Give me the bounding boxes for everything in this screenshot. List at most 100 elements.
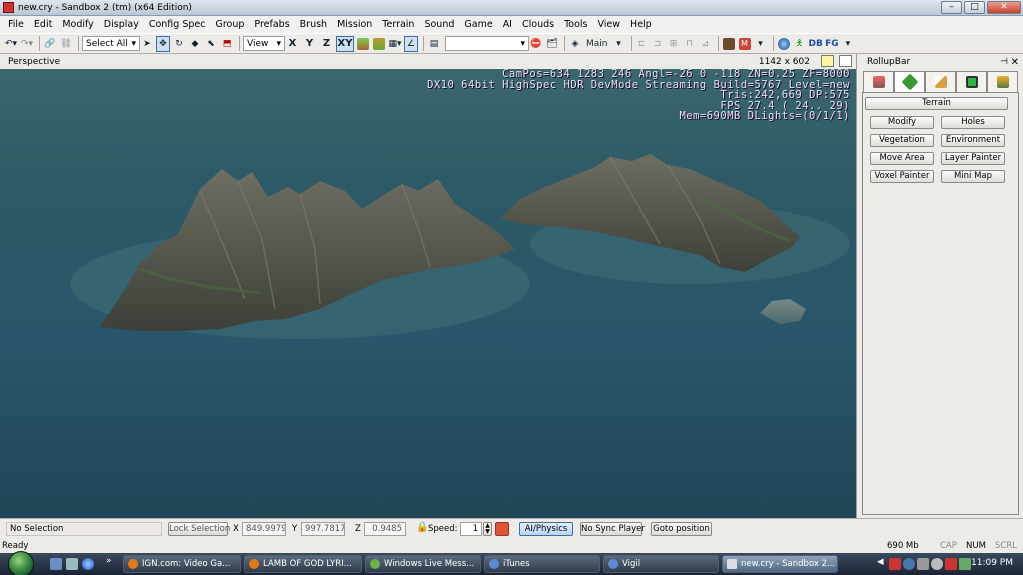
unlink-button[interactable]: ⛓ [59, 36, 73, 52]
close-icon[interactable]: ✕ [1011, 57, 1019, 68]
lock-icon[interactable]: 🔒 [416, 522, 428, 534]
viewport-maximize-button[interactable] [821, 55, 834, 67]
object-snap-button[interactable] [372, 36, 386, 52]
start-button[interactable] [8, 551, 34, 575]
tray-app-icon-3[interactable] [945, 558, 957, 570]
menu-modify[interactable]: Modify [62, 19, 93, 30]
internet-explorer-icon[interactable] [82, 558, 94, 570]
toolbar-overflow-button[interactable]: ▾ [612, 36, 626, 52]
menu-clouds[interactable]: Clouds [522, 19, 554, 30]
link-button[interactable]: 🔗 [43, 36, 57, 52]
clock[interactable]: 11:09 PM [971, 558, 1013, 568]
speed-input[interactable]: 1 [460, 522, 482, 536]
layers-icon-button[interactable]: ◈ [568, 36, 582, 52]
select-tool-button[interactable]: ➤ [140, 36, 154, 52]
sync-player-button[interactable]: No Sync Player [580, 522, 645, 536]
taskbar-item-ign[interactable]: IGN.com: Video Ga... [123, 555, 241, 573]
tray-expand-icon[interactable]: ◀ [877, 557, 884, 567]
x-coordinate-field[interactable]: 849.9979 [242, 522, 286, 536]
material-editor-button[interactable] [722, 36, 736, 52]
taskbar-item-sandbox[interactable]: new.cry - Sandbox 2... [722, 555, 838, 573]
align-bottom-button[interactable]: ⊓ [683, 36, 697, 52]
holes-button[interactable]: Holes [941, 116, 1005, 129]
show-desktop-icon[interactable] [50, 558, 62, 570]
menu-game[interactable]: Game [464, 19, 492, 30]
menu-edit[interactable]: Edit [34, 19, 52, 30]
switch-windows-icon[interactable] [66, 558, 78, 570]
environment-button[interactable]: Environment [941, 134, 1005, 147]
menu-help[interactable]: Help [630, 19, 652, 30]
lock-selection-button[interactable]: Lock Selection [168, 522, 230, 536]
z-coordinate-field[interactable]: 0.9485 [364, 522, 406, 536]
taskbar-item-lamb-of-god[interactable]: LAMB OF GOD LYRI... [244, 555, 362, 573]
axis-y-button[interactable]: Y [302, 36, 317, 52]
close-button[interactable]: ✕ [987, 1, 1021, 14]
menu-view[interactable]: View [598, 19, 621, 30]
rotate-tool-button[interactable]: ↻ [172, 36, 186, 52]
menu-mission[interactable]: Mission [337, 19, 372, 30]
menu-config-spec[interactable]: Config Spec [149, 19, 206, 30]
player-button[interactable]: 🯅 [793, 36, 807, 52]
select-terrain-button[interactable]: ⬉ [204, 36, 218, 52]
delete-selection-button[interactable]: ⛔ [529, 36, 543, 52]
align-left-button[interactable]: ⊏ [635, 36, 649, 52]
tray-app-icon-4[interactable] [959, 558, 971, 570]
align-center-button[interactable]: ⊐ [651, 36, 665, 52]
redo-button[interactable]: ↷▾ [20, 36, 34, 52]
network-icon[interactable] [917, 558, 929, 570]
quick-launch-overflow-icon[interactable]: » [106, 556, 112, 566]
minimize-button[interactable]: – [941, 1, 962, 14]
tab-terrain[interactable] [894, 71, 925, 92]
db-button[interactable]: DB [809, 36, 823, 52]
menu-ai[interactable]: AI [503, 19, 512, 30]
align-grid-button[interactable]: ⊞ [667, 36, 681, 52]
taskbar-item-itunes[interactable]: iTunes [484, 555, 600, 573]
tab-modeling[interactable] [925, 71, 956, 92]
terrain-follow-button[interactable] [495, 522, 509, 536]
menu-file[interactable]: File [8, 19, 24, 30]
axis-x-button[interactable]: X [285, 36, 300, 52]
vegetation-button[interactable]: Vegetation [870, 134, 934, 147]
viewport-label[interactable]: Perspective [8, 57, 60, 67]
axis-xy-button[interactable]: XY [336, 35, 354, 52]
toolbar-overflow-button-2[interactable]: ▾ [754, 36, 768, 52]
modify-button[interactable]: Modify [870, 116, 934, 129]
voxel-painter-button[interactable]: Voxel Painter [870, 170, 934, 183]
grid-button[interactable]: ▦▾ [388, 36, 402, 52]
selection-mask-dropdown[interactable]: Select All ▾ [82, 36, 140, 51]
menu-prefabs[interactable]: Prefabs [254, 19, 289, 30]
taskbar-item-vigil[interactable]: Vigil [603, 555, 719, 573]
named-selection-button[interactable]: ▤ [427, 36, 441, 52]
terrain-header-button[interactable]: Terrain [865, 97, 1008, 110]
angle-snap-button[interactable]: ∠ [404, 35, 418, 52]
menu-group[interactable]: Group [215, 19, 244, 30]
tab-objects[interactable] [863, 71, 894, 92]
volume-icon[interactable] [931, 558, 943, 570]
layer-painter-button[interactable]: Layer Painter [941, 152, 1005, 165]
globe-button[interactable] [777, 36, 791, 52]
terrain-snap-button[interactable] [356, 36, 370, 52]
axis-z-button[interactable]: Z [319, 36, 334, 52]
snap-to-object-button[interactable]: ⬒ [220, 36, 234, 52]
toolbar-overflow-button-3[interactable]: ▾ [841, 36, 855, 52]
layer-dropdown[interactable]: Main [584, 36, 610, 52]
maximize-button[interactable]: □ [964, 1, 985, 14]
move-area-button[interactable]: Move Area [870, 152, 934, 165]
ai-physics-button[interactable]: AI/Physics [519, 522, 573, 536]
undo-button[interactable]: ↶▾ [4, 36, 18, 52]
coordinate-system-dropdown[interactable]: View ▾ [243, 36, 285, 51]
scale-tool-button[interactable]: ◆ [188, 36, 202, 52]
menu-sound[interactable]: Sound [424, 19, 454, 30]
fg-button[interactable]: FG [825, 36, 839, 52]
tab-display[interactable] [956, 71, 987, 92]
tab-layers[interactable] [987, 71, 1018, 92]
menu-terrain[interactable]: Terrain [382, 19, 414, 30]
menu-tools[interactable]: Tools [564, 19, 587, 30]
align-ruler-button[interactable]: ⊿ [699, 36, 713, 52]
move-tool-button[interactable]: ✥ [156, 35, 170, 52]
tray-app-icon[interactable] [889, 558, 901, 570]
mini-map-button[interactable]: Mini Map [941, 170, 1005, 183]
pin-icon[interactable]: ⊣ [1000, 57, 1008, 67]
layer-tools-button[interactable]: 🗂 [545, 36, 559, 52]
y-coordinate-field[interactable]: 997.7817 [301, 522, 345, 536]
